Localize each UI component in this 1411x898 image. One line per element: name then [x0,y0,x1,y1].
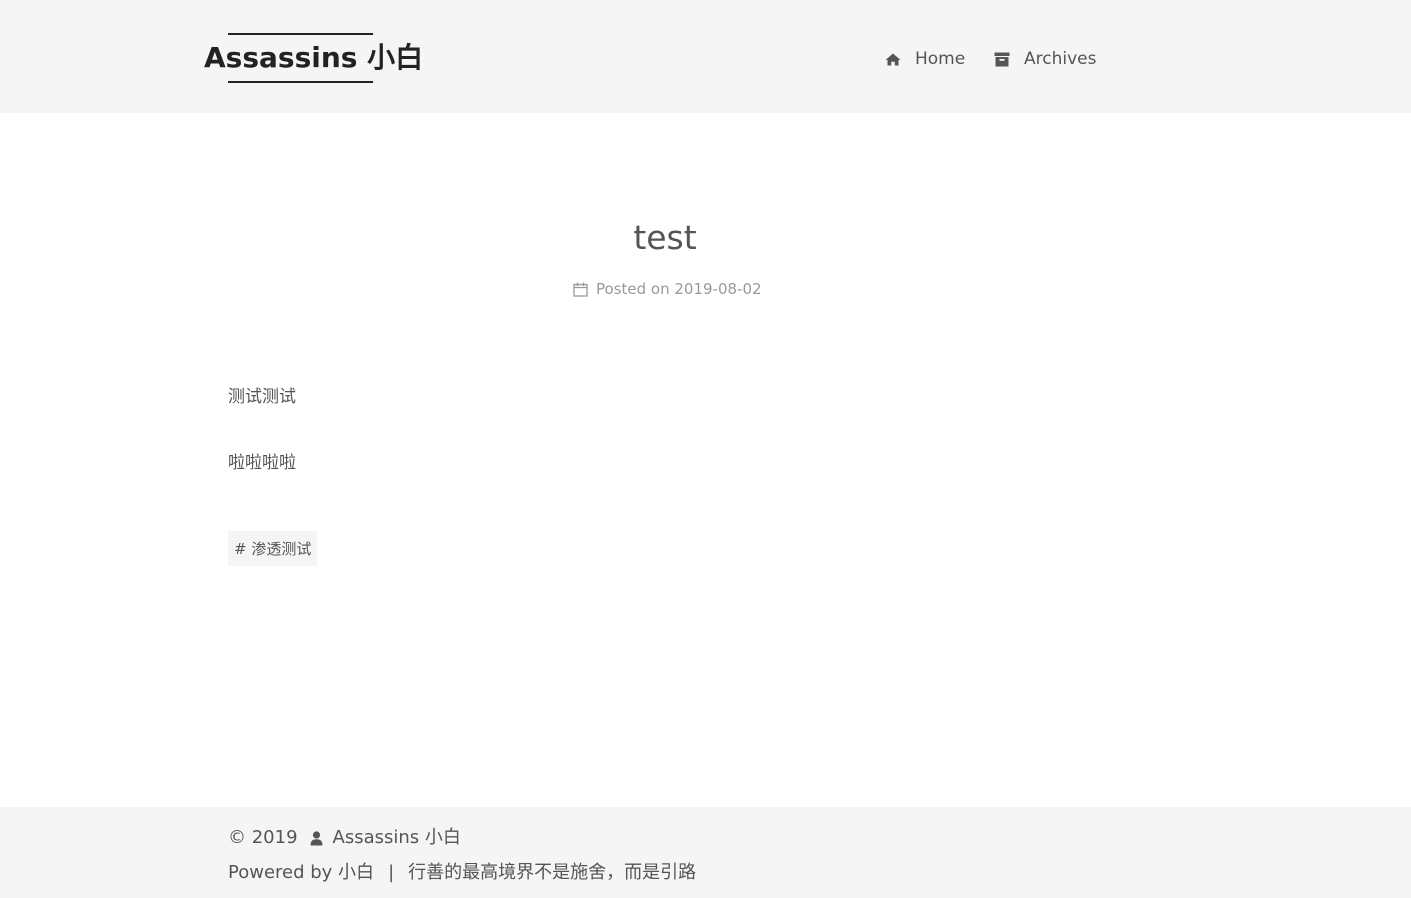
nav-home-label: Home [915,49,966,69]
post-tag[interactable]: # 渗透测试 [228,531,318,566]
archive-icon [994,52,1010,66]
post-paragraph: 测试测试 [228,387,296,407]
brand-bottom-line [228,81,373,83]
post-date: 2019-08-02 [674,280,762,298]
user-icon [310,830,323,845]
nav-item-archives[interactable]: Archives [994,46,1096,72]
post-meta-label: Posted on [596,280,670,298]
footer-motto: 行善的最高境界不是施舍，而是引路 [408,862,697,883]
site-brand[interactable]: Assassins 小白 [204,33,423,85]
post-meta: Posted on 2019-08-02 [573,278,762,300]
footer-copyright-line: © 2019 Assassins 小白 [228,825,461,851]
nav-item-home[interactable]: Home [885,46,965,72]
brand-top-line [228,33,373,35]
nav-archives-label: Archives [1024,49,1097,69]
footer-author: Assassins 小白 [332,827,461,848]
footer-powered-by: Powered by 小白 [228,862,375,883]
post-title[interactable]: test [0,214,1330,262]
site-header: Assassins 小白 Home Archives [0,0,1411,113]
site-footer: © 2019 Assassins 小白 Powered by 小白 | 行善的最… [0,807,1411,898]
site-title[interactable]: Assassins 小白 [204,40,423,76]
post-paragraph: 啦啦啦啦 [228,453,296,473]
home-icon [885,53,901,65]
footer-copyright: © 2019 [228,827,298,848]
calendar-icon [573,282,588,297]
footer-separator: | [388,862,395,883]
footer-powered-line: Powered by 小白 | 行善的最高境界不是施舍，而是引路 [228,860,696,886]
